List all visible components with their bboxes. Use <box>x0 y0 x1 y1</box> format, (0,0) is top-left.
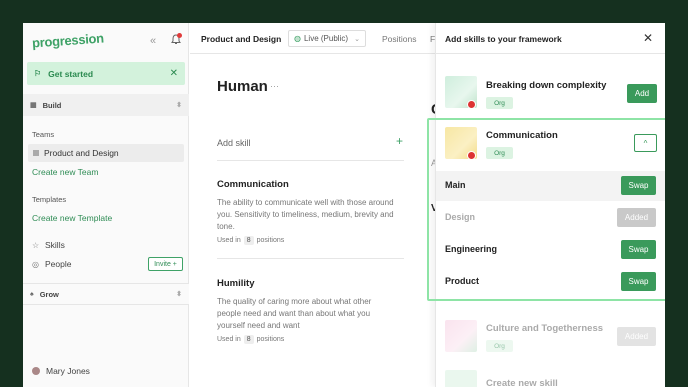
org-logo-icon <box>467 100 476 109</box>
panel-header: Add skills to your framework ✕ <box>436 23 665 54</box>
chevron-updown-icon: ⬍ <box>176 102 182 109</box>
grid-icon: ▦ <box>30 102 37 109</box>
skill-card-description: The ability to communicate well with tho… <box>217 198 394 231</box>
position-row: Product Swap <box>436 267 665 297</box>
person-icon: ◎ <box>32 259 39 269</box>
tab-positions[interactable]: Positions <box>382 34 417 44</box>
team-icon <box>33 150 39 156</box>
org-badge: Org <box>486 97 513 109</box>
org-logo-icon <box>467 151 476 160</box>
sidebar: progression « ⚐ Get started ✕ ▦ Build ⬍ … <box>23 23 189 387</box>
build-section[interactable]: ▦ Build ⬍ <box>23 94 189 116</box>
position-label: Main <box>445 180 466 190</box>
skill-usage: Used in 8 positions <box>217 236 284 245</box>
divider <box>217 258 404 259</box>
get-started-label: Get started <box>48 68 94 79</box>
position-row: Design Added <box>436 203 665 233</box>
skill-thumbnail <box>445 370 477 387</box>
visibility-value: Live (Public) <box>303 34 348 43</box>
star-icon: ☆ <box>32 240 40 250</box>
add-skill-button[interactable]: Add skill <box>217 138 251 148</box>
skills-column: Human ··· Add skill + Communication The … <box>190 54 430 387</box>
team-name: Product and Design <box>44 148 119 158</box>
sidebar-item-people[interactable]: ◎ People <box>32 259 71 269</box>
skills-label: Skills <box>45 240 65 250</box>
panel-title: Add skills to your framework <box>445 34 562 44</box>
used-in-suffix: positions <box>256 336 285 343</box>
close-icon[interactable]: ✕ <box>643 31 653 45</box>
chevron-updown-icon: ⬍ <box>176 291 182 298</box>
add-button[interactable]: Add <box>627 84 657 103</box>
more-icon[interactable]: ··· <box>270 81 279 91</box>
skill-card-title[interactable]: Humility <box>217 278 254 289</box>
create-team-link[interactable]: Create new Team <box>32 167 98 177</box>
skill-thumbnail <box>445 320 477 352</box>
people-label: People <box>45 259 72 269</box>
app-window: progression « ⚐ Get started ✕ ▦ Build ⬍ … <box>23 23 665 387</box>
position-label: Design <box>445 212 476 222</box>
flag-icon: ⚐ <box>34 69 42 78</box>
globe-icon: ◍ <box>294 34 301 43</box>
avatar <box>32 367 40 375</box>
create-template-link[interactable]: Create new Template <box>32 213 112 223</box>
column-title: Human <box>217 78 268 95</box>
skill-card-title: Culture and Togetherness <box>486 323 604 334</box>
position-row: Engineering Swap <box>436 235 665 265</box>
used-count: 8 <box>243 335 254 344</box>
user-profile[interactable]: Mary Jones <box>32 366 90 376</box>
build-label: Build <box>42 100 62 110</box>
create-skill-title[interactable]: Create new skill <box>486 378 558 387</box>
used-in-suffix: positions <box>256 237 285 244</box>
used-count: 8 <box>243 236 254 245</box>
teams-heading: Teams <box>32 130 55 139</box>
position-row: Main Swap <box>436 171 665 201</box>
sprout-icon: ♠ <box>30 290 34 298</box>
added-button: Added <box>617 327 656 346</box>
grow-section[interactable]: ♠ Grow ⬍ <box>23 283 189 305</box>
swap-button[interactable]: Swap <box>621 176 656 195</box>
user-name: Mary Jones <box>46 366 90 376</box>
position-label: Product <box>445 276 480 286</box>
collapse-sidebar-icon[interactable]: « <box>150 35 156 47</box>
templates-heading: Templates <box>32 195 67 204</box>
sidebar-item-skills[interactable]: ☆ Skills <box>32 240 65 250</box>
logo: progression <box>31 30 105 51</box>
skill-card-title[interactable]: Communication <box>217 179 289 190</box>
collapse-button[interactable]: ^ <box>634 134 657 152</box>
used-in-prefix: Used in <box>217 237 241 244</box>
grow-label: Grow <box>39 289 59 299</box>
swap-button[interactable]: Swap <box>621 240 656 259</box>
skill-card-title: Breaking down complexity <box>486 80 607 91</box>
added-button: Added <box>617 208 656 227</box>
chevron-up-icon: ^ <box>643 138 648 148</box>
notification-dot <box>177 33 182 38</box>
divider <box>217 160 404 161</box>
sidebar-item-team[interactable]: Product and Design <box>28 144 184 162</box>
skill-usage: Used in 8 positions <box>217 335 284 344</box>
invite-button[interactable]: Invite + <box>148 257 183 271</box>
get-started-banner[interactable]: ⚐ Get started ✕ <box>27 62 185 85</box>
swap-button[interactable]: Swap <box>621 272 656 291</box>
chevron-down-icon: ⌄ <box>354 35 360 43</box>
skill-card-title: Communication <box>486 130 558 141</box>
org-badge: Org <box>486 147 513 159</box>
position-label: Engineering <box>445 244 498 254</box>
used-in-prefix: Used in <box>217 336 241 343</box>
plus-icon[interactable]: + <box>396 134 403 148</box>
add-skills-panel: Add skills to your framework ✕ Breaking … <box>435 23 665 387</box>
org-badge: Org <box>486 340 513 352</box>
close-icon[interactable]: ✕ <box>170 68 178 79</box>
visibility-select[interactable]: ◍ Live (Public) ⌄ <box>288 30 366 47</box>
page-title: Product and Design <box>201 34 282 44</box>
skill-card-description: The quality of caring more about what ot… <box>217 297 372 330</box>
